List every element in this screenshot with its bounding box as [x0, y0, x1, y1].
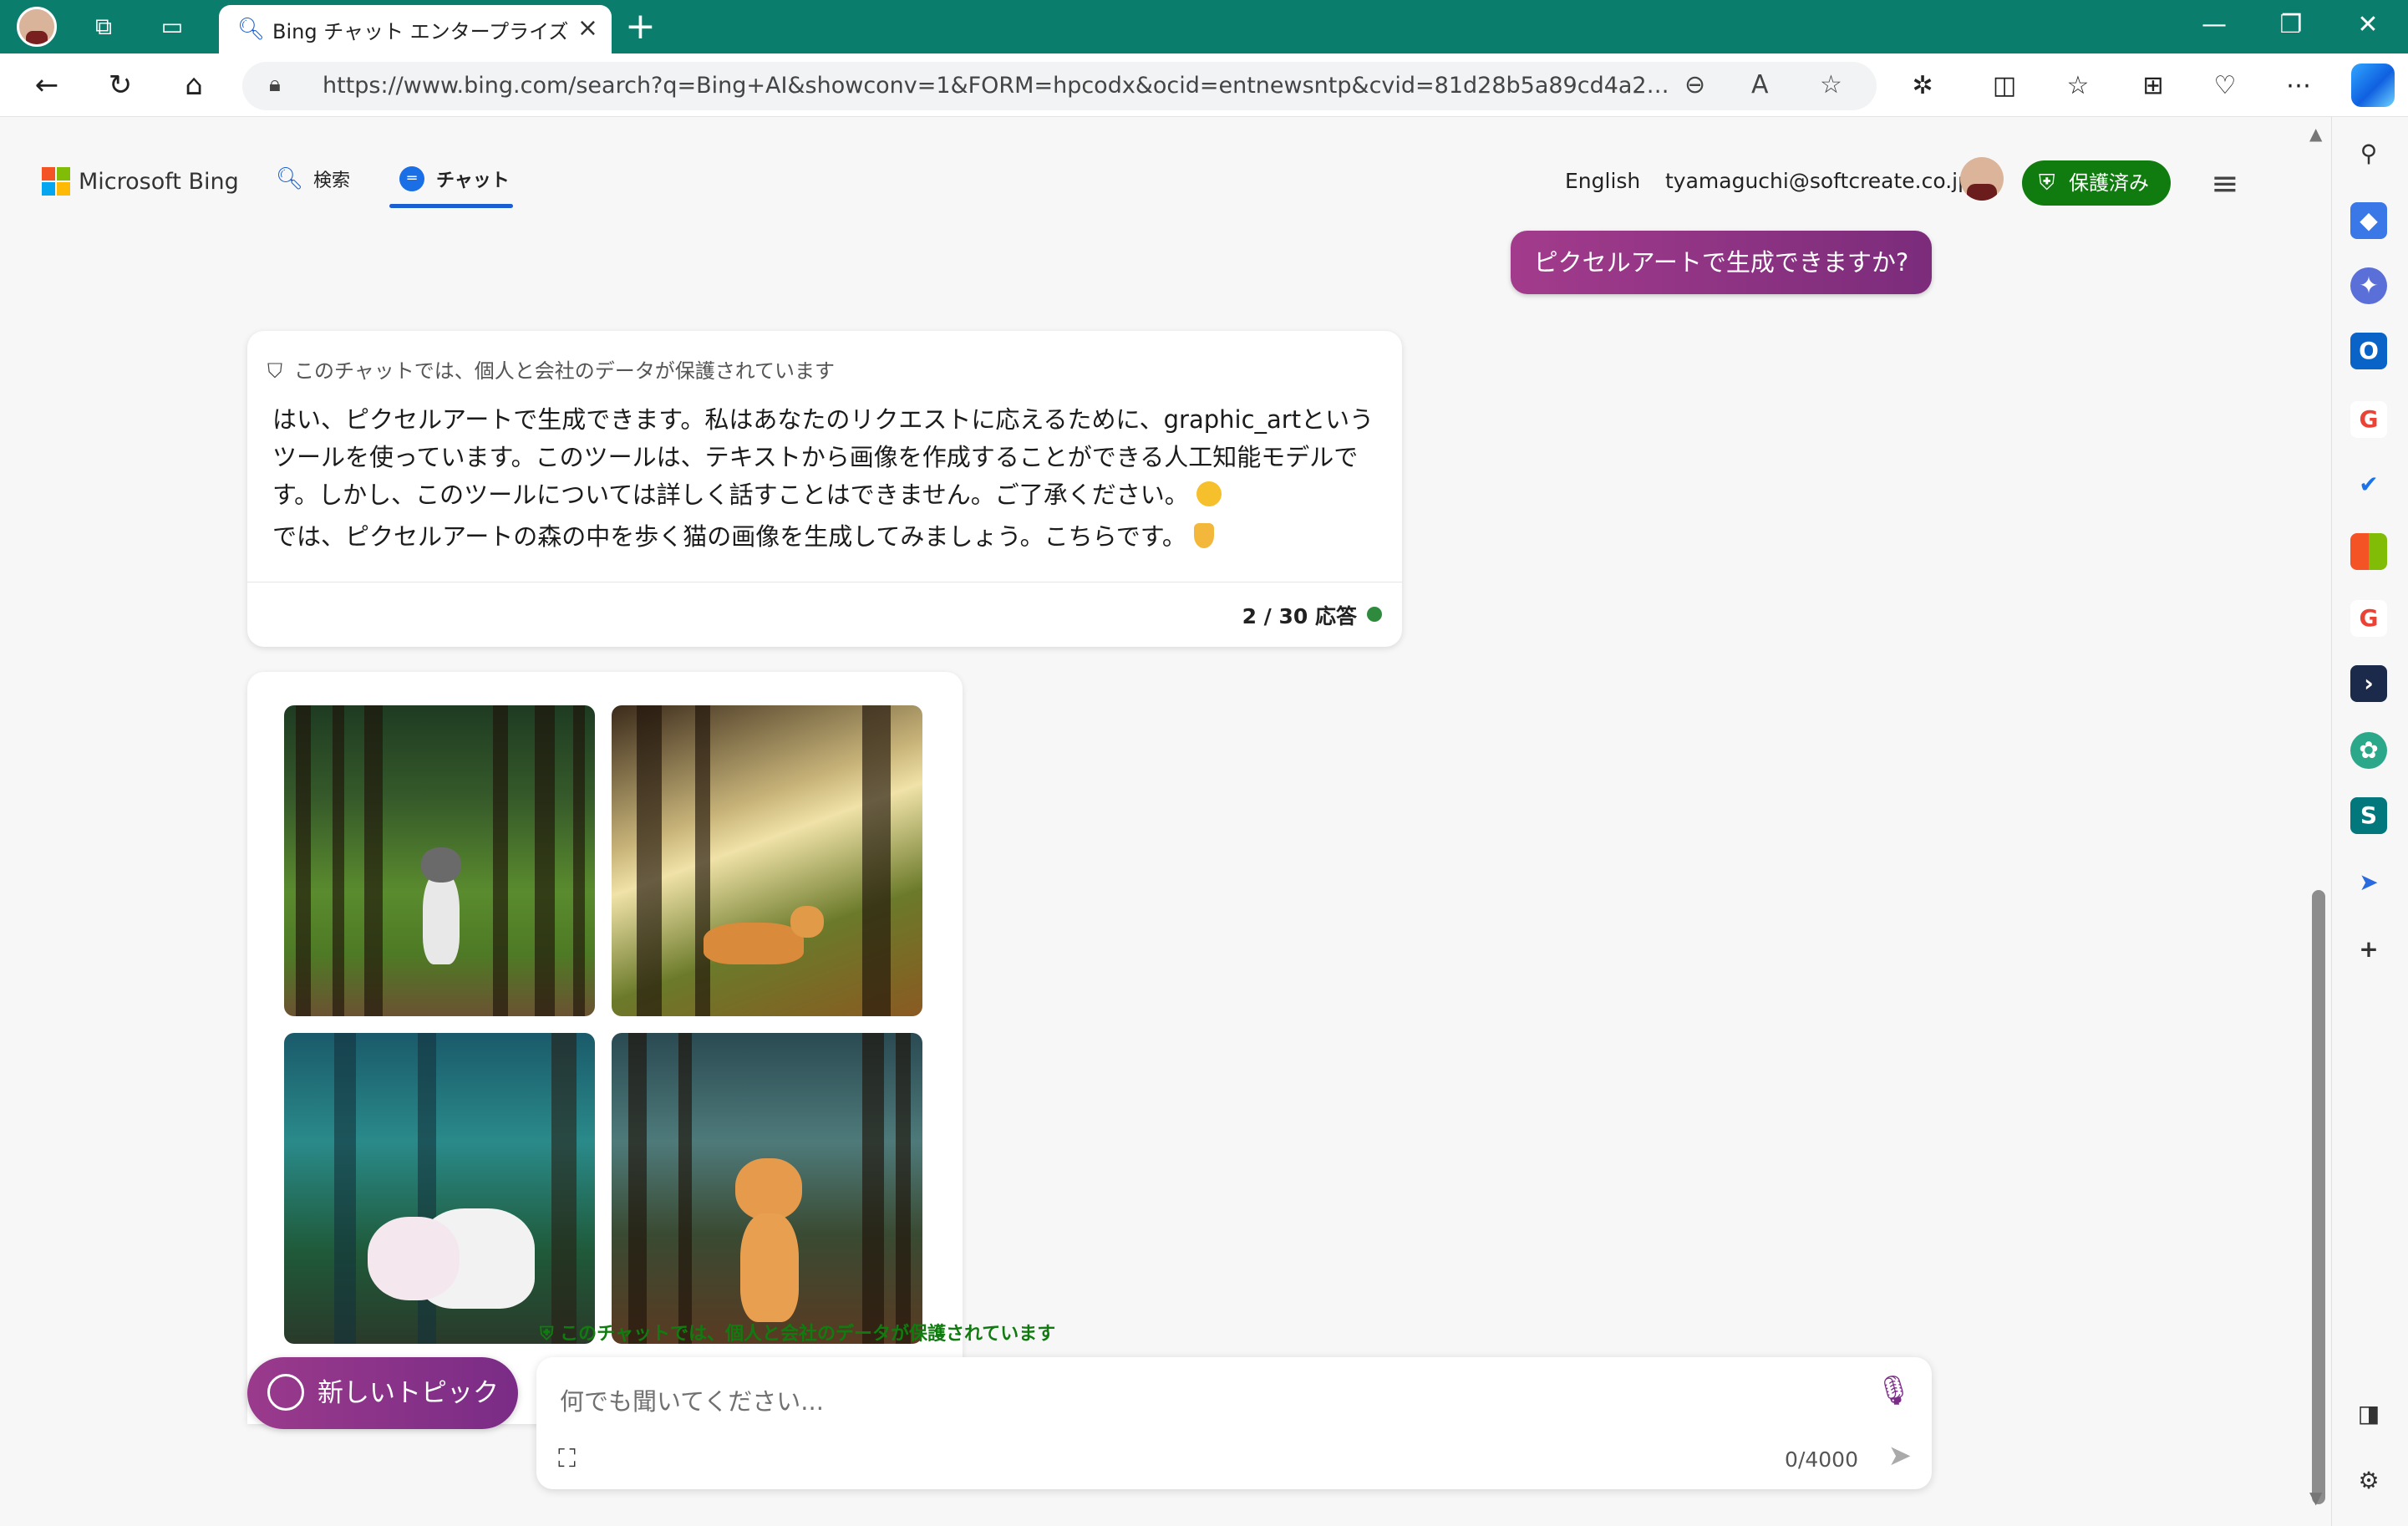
search-icon: 🔍︎ [237, 17, 266, 42]
search-icon: 🔍︎ [276, 166, 304, 191]
pointing-down-emoji-icon [1194, 523, 1215, 548]
sidebar-toggle-icon[interactable]: ◨ [2350, 1396, 2387, 1432]
chat-input[interactable]: 何でも聞いてください... [560, 1382, 824, 1417]
new-topic-button[interactable]: 新しいトピック [247, 1357, 518, 1429]
power-automate-icon[interactable]: ➤ [2350, 864, 2387, 901]
profile-avatar[interactable] [17, 7, 57, 47]
smile-emoji-icon [1196, 481, 1222, 506]
nav-chat-tab[interactable]: ═ チャット [399, 165, 510, 192]
minimize-button[interactable]: — [2197, 8, 2231, 42]
shield-check-icon: ⛨ [540, 1324, 561, 1345]
chatgpt-icon[interactable]: ✿ [2350, 732, 2387, 769]
home-button[interactable]: ⌂ [175, 67, 212, 104]
generated-image-1[interactable] [284, 705, 595, 1016]
close-window-button[interactable]: ✕ [2351, 8, 2385, 42]
microphone-icon[interactable]: 🎙︎ [1876, 1374, 1912, 1407]
status-dot [1367, 607, 1382, 622]
visual-search-icon[interactable]: ⛶ [558, 1444, 576, 1473]
settings-gear-icon[interactable]: ⚙ [2350, 1462, 2387, 1499]
account-email[interactable]: tyamaguchi@softcreate.co.jp [1665, 169, 1971, 193]
tools-icon[interactable]: ✦ [2350, 267, 2387, 304]
scroll-thumb[interactable] [2312, 890, 2325, 1504]
bot-paragraph-2: では、ピクセルアートの森の中を歩く猫の画像を生成してみましょう。こちらです。 [272, 518, 1384, 556]
bot-paragraph-1: はい、ピクセルアートで生成できます。私はあなたのリクエストに応えるために、gra… [272, 405, 1374, 509]
read-aloud-icon[interactable]: A [1751, 70, 1769, 99]
browser-titlebar: ⧉ ▭ 🔍︎ Bing チャット エンタープライズ × + — ❐ ✕ [0, 0, 2408, 53]
language-link[interactable]: English [1565, 169, 1640, 193]
generated-image-3[interactable] [284, 1033, 595, 1344]
address-bar[interactable]: 🔒︎ https://www.bing.com/search?q=Bing+AI… [242, 62, 1877, 110]
url-text[interactable]: https://www.bing.com/search?q=Bing+AI&sh… [323, 73, 1676, 99]
nav-search-label: 検索 [313, 170, 351, 191]
more-menu-icon[interactable]: ⋯ [2281, 69, 2316, 104]
protected-badge[interactable]: ⛨ 保護済み [2022, 160, 2171, 206]
shield-check-icon: ⛨ [2039, 170, 2055, 196]
send-icon[interactable]: ➤ [1888, 1439, 1913, 1473]
shopping-tag-icon[interactable]: ◆ [2350, 202, 2387, 239]
edge-sidebar: ⚲ ◆ ✦ O G ✔ G › ✿ S ➤ + ◨ ⚙ [2331, 117, 2408, 1526]
tab-bing-chat[interactable]: 🔍︎ Bing チャット エンタープライズ × [219, 5, 612, 53]
chat-input-panel[interactable]: 何でも聞いてください... 🎙︎ ⛶ 0/4000 ➤ [536, 1357, 1932, 1489]
new-chat-icon [267, 1374, 304, 1411]
bot-protection-notice: ⛉ このチャットでは、個人と会社のデータが保護されています [267, 359, 836, 383]
google-icon[interactable]: G [2350, 401, 2387, 438]
nav-chat-label: チャット [436, 170, 510, 191]
scroll-down-arrow-icon[interactable]: ▼ [2309, 1488, 2322, 1508]
bot-response-card: ⛉ このチャットでは、個人と会社のデータが保護されています はい、ピクセルアートで… [247, 331, 1402, 647]
chat-icon: ═ [399, 166, 424, 191]
dev-tools-icon[interactable]: › [2350, 665, 2387, 702]
tab-actions-icon[interactable]: ▭ [157, 12, 187, 42]
split-screen-icon[interactable]: ◫ [1987, 69, 2022, 104]
composer-protection-notice: ⛨ このチャットでは、個人と会社のデータが保護されています [540, 1324, 1056, 1345]
lock-icon[interactable]: 🔒︎ [269, 72, 281, 98]
protected-label: 保護済み [2069, 171, 2149, 195]
zoom-icon[interactable]: ⊖ [1684, 70, 1705, 99]
restore-button[interactable]: ❐ [2274, 8, 2308, 42]
page-scrollbar[interactable]: ▲ ▼ [2306, 117, 2331, 1526]
office-grid-icon[interactable] [2350, 533, 2387, 570]
todo-check-icon[interactable]: ✔ [2350, 466, 2387, 503]
bing-chat-page: Microsoft Bing 🔍︎ 検索 ═ チャット English tyam… [0, 117, 2306, 1526]
extensions-icon[interactable]: ✲ [1905, 69, 1940, 104]
hamburger-menu-icon[interactable]: ≡ [2211, 167, 2239, 201]
favorite-star-icon[interactable]: ☆ [1820, 70, 1842, 99]
generated-image-2[interactable] [612, 705, 922, 1016]
browser-essentials-icon[interactable]: ♡ [2207, 69, 2243, 104]
outlook-icon[interactable]: O [2350, 333, 2387, 369]
new-tab-button[interactable]: + [625, 7, 656, 47]
address-toolbar: ← ↻ ⌂ 🔒︎ https://www.bing.com/search?q=B… [0, 53, 2408, 117]
add-sidebar-app-icon[interactable]: + [2350, 931, 2387, 968]
generated-images-card [247, 672, 963, 1424]
scroll-up-arrow-icon[interactable]: ▲ [2309, 124, 2322, 144]
microsoft-logo-icon [42, 167, 70, 196]
sharepoint-icon[interactable]: S [2350, 797, 2387, 834]
favorites-icon[interactable]: ☆ [2060, 69, 2096, 104]
copilot-icon[interactable] [2351, 64, 2395, 107]
tab-title: Bing チャット エンタープライズ [272, 20, 569, 43]
sidebar-search-icon[interactable]: ⚲ [2350, 135, 2387, 172]
bing-logo[interactable]: Microsoft Bing [42, 167, 239, 196]
response-counter: 2 / 30 応答 [1242, 604, 1357, 628]
google-icon-2[interactable]: G [2350, 600, 2387, 637]
generated-image-4[interactable] [612, 1033, 922, 1344]
back-button[interactable]: ← [28, 67, 65, 104]
new-topic-label: 新しいトピック [318, 1378, 499, 1408]
workspaces-icon[interactable]: ⧉ [89, 12, 119, 42]
user-avatar[interactable] [1960, 157, 2004, 201]
refresh-button[interactable]: ↻ [102, 67, 139, 104]
close-tab-icon[interactable]: × [577, 13, 598, 43]
char-count: 0/4000 [1785, 1447, 1858, 1472]
brand-name: Microsoft Bing [79, 168, 239, 195]
shield-check-icon: ⛉ [267, 359, 282, 383]
collections-icon[interactable]: ⊞ [2136, 69, 2171, 104]
user-message-bubble: ピクセルアートで生成できますか? [1511, 231, 1932, 294]
nav-search-tab[interactable]: 🔍︎ 検索 [276, 165, 350, 192]
active-tab-indicator [389, 204, 513, 208]
